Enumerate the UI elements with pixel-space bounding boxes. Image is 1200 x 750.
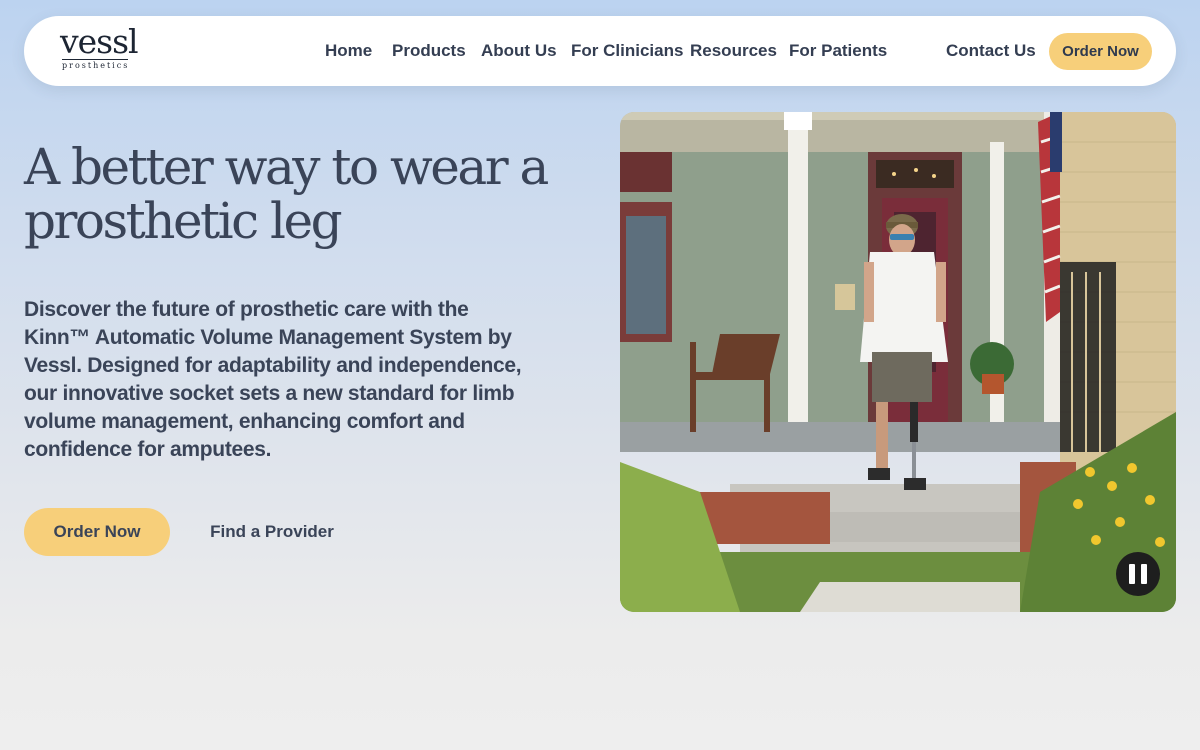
nav-link-products[interactable]: Products: [392, 16, 466, 86]
video-pause-button[interactable]: [1116, 552, 1160, 596]
video-frame-porch-scene: [620, 112, 1176, 612]
logo-tagline: prosthetics: [62, 61, 130, 70]
logo-wordmark: vessl: [60, 22, 139, 61]
pause-icon: [1129, 564, 1135, 584]
hero-video[interactable]: [620, 112, 1176, 612]
top-navigation-bar: vessl prosthetics Home Products About Us…: [24, 16, 1176, 86]
nav-link-about-us[interactable]: About Us: [481, 16, 557, 86]
nav-link-for-patients[interactable]: For Patients: [789, 16, 887, 86]
nav-link-resources[interactable]: Resources: [690, 16, 777, 86]
nav-order-now-button[interactable]: Order Now: [1049, 33, 1152, 70]
nav-link-home[interactable]: Home: [325, 16, 372, 86]
nav-link-for-clinicians[interactable]: For Clinicians: [571, 16, 683, 86]
hero-title: A better way to wear a prosthetic leg: [24, 138, 549, 250]
nav-link-contact-us[interactable]: Contact Us: [946, 16, 1036, 86]
find-a-provider-button[interactable]: Find a Provider: [194, 508, 350, 556]
pause-icon: [1141, 564, 1147, 584]
hero-description: Discover the future of prosthetic care w…: [24, 298, 522, 461]
vessl-logo[interactable]: vessl prosthetics: [60, 22, 139, 74]
hero-order-now-button[interactable]: Order Now: [24, 508, 170, 556]
logo-underline: [62, 59, 128, 60]
